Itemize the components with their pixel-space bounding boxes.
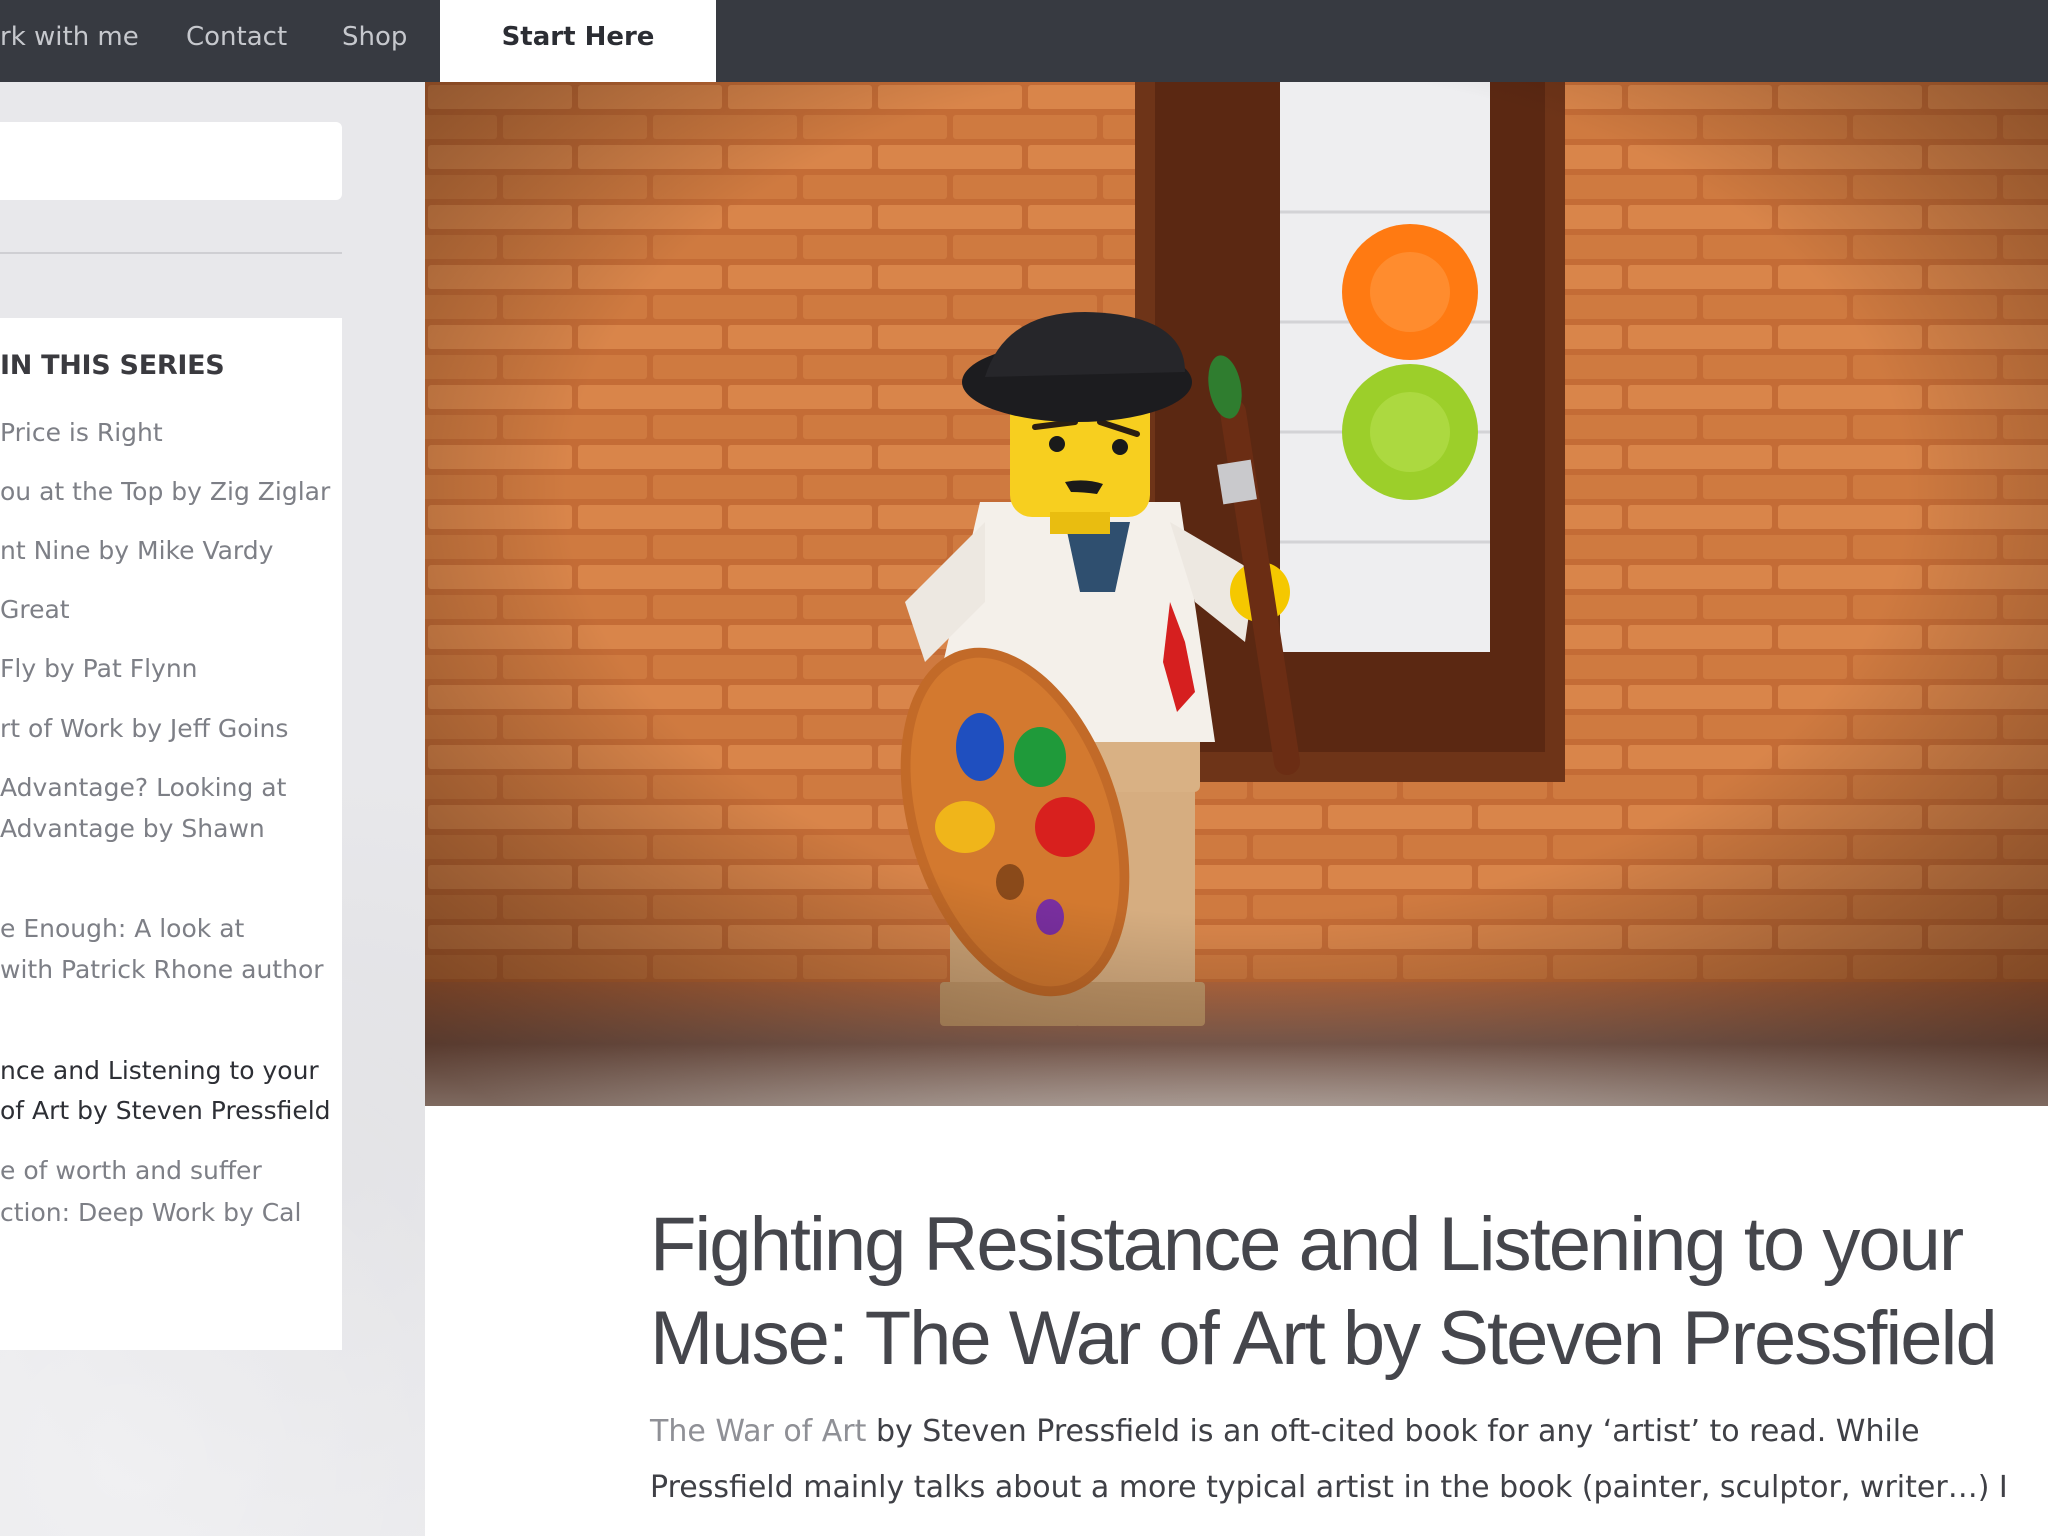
post-body: The War of Art by Steven Pressfield is a… (650, 1404, 2048, 1516)
nav-item-contact[interactable]: Contact (186, 0, 296, 82)
series-link[interactable]: Fly by Pat Flynn (0, 654, 198, 683)
post-title-line-2: Muse: The War of Art by Steven Pressfiel… (650, 1296, 1998, 1381)
series-link[interactable]: Advantage? Looking at (0, 773, 286, 802)
nav-item-start-here[interactable]: Start Here (440, 0, 716, 82)
post-body-line-1: by Steven Pressfield is an oft-cited boo… (866, 1414, 1920, 1449)
series-link[interactable]: nt Nine by Mike Vardy (0, 536, 273, 565)
hero-image (425, 82, 2048, 1106)
post-title-line-1: Fighting Resistance and Listening to you… (650, 1202, 1964, 1287)
book-link[interactable]: The War of Art (650, 1414, 866, 1449)
nav-item-shop[interactable]: Shop (342, 0, 422, 82)
series-current-item: nce and Listening to your (0, 1056, 319, 1085)
series-link[interactable]: ction: Deep Work by Cal (0, 1198, 301, 1227)
series-current-item: of Art by Steven Pressfield (0, 1096, 331, 1125)
lego-painter-illustration (425, 82, 2048, 1106)
series-link[interactable]: Advantage by Shawn (0, 814, 265, 843)
sidebar: IN THIS SERIES Price is Right ou at the … (0, 82, 425, 1536)
series-link[interactable]: e Enough: A look at (0, 914, 244, 943)
post-body-line-2: Pressfield mainly talks about a more typ… (650, 1470, 2008, 1505)
series-link[interactable]: with Patrick Rhone author (0, 955, 324, 984)
series-heading: IN THIS SERIES (0, 350, 225, 381)
search-input[interactable] (0, 122, 342, 200)
series-link[interactable]: e of worth and suffer (0, 1156, 262, 1185)
series-link[interactable]: ou at the Top by Zig Ziglar (0, 477, 330, 506)
sidebar-divider (0, 252, 342, 254)
nav-item-work-with-me[interactable]: rk with me (0, 0, 140, 82)
series-widget: IN THIS SERIES Price is Right ou at the … (0, 318, 342, 1350)
post-title: Fighting Resistance and Listening to you… (650, 1198, 2010, 1386)
top-navigation: rk with me Contact Shop Start Here (0, 0, 2048, 82)
series-link[interactable]: Price is Right (0, 418, 163, 447)
article: Fighting Resistance and Listening to you… (425, 1106, 2048, 1536)
series-link[interactable]: Great (0, 595, 70, 624)
series-link[interactable]: rt of Work by Jeff Goins (0, 714, 288, 743)
